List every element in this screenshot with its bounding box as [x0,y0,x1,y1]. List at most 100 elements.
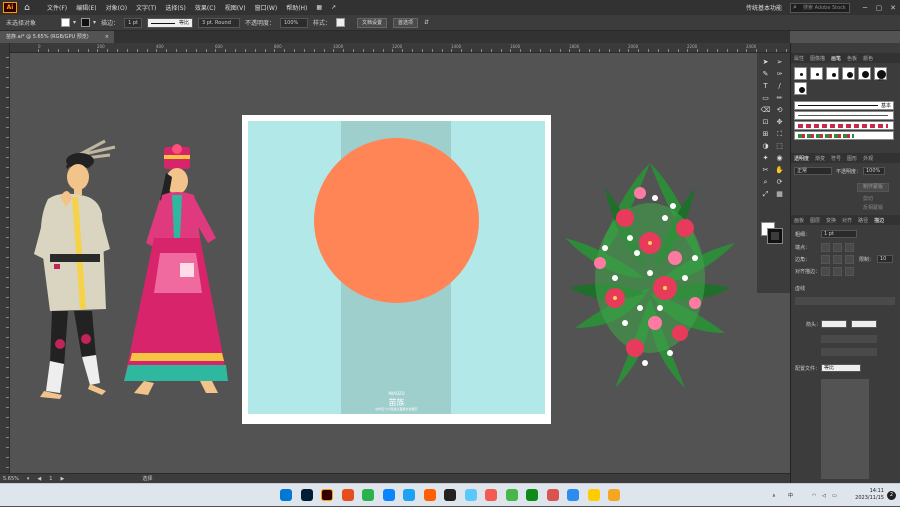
brush-swatch[interactable] [794,67,807,80]
stroke-weight-input[interactable]: 1 pt [821,230,857,238]
artboard-nav-next[interactable]: ▶ [60,476,64,482]
chevron-down-icon[interactable]: ▾ [27,476,30,482]
menu-view[interactable]: 视图(V) [225,3,246,12]
home-icon[interactable]: ⌂ [21,2,33,14]
qq-icon[interactable] [423,489,436,501]
edge-icon[interactable] [382,489,395,501]
width-profile-select[interactable]: 等比 [821,364,861,372]
brush-swatch[interactable] [858,67,871,80]
dash-gap-fields[interactable] [795,297,895,305]
preferences-button[interactable]: 首选项 [393,17,419,28]
menu-file[interactable]: 文件(F) [47,3,67,12]
app-icon[interactable] [608,489,620,501]
app-icon[interactable] [485,489,497,501]
arrow-align-buttons[interactable] [821,348,877,356]
maximize-button[interactable]: ▢ [872,4,886,12]
stroke-color-box[interactable] [767,228,783,244]
miter-join-button[interactable] [821,255,830,264]
selection-tool-icon[interactable]: ➤ [760,57,771,67]
width-tool-icon[interactable]: ✥ [774,117,785,127]
notification-badge[interactable]: 2 [887,491,896,500]
wifi-icon[interactable]: ◠ [812,484,816,507]
battery-icon[interactable]: ▭ [832,484,837,507]
browser-icon[interactable] [341,489,354,501]
tab-layers[interactable]: 图层 [810,217,820,224]
close-window-button[interactable]: ✕ [886,4,900,12]
artboard-nav-prev[interactable]: ◀ [37,476,41,482]
swap-colors-icon[interactable]: ⟳ [774,177,785,187]
ime-indicator[interactable]: 中 [788,484,793,507]
opacity-field[interactable]: 100% [279,17,308,28]
tab-align[interactable]: 对齐 [842,217,852,224]
pencil-tool-icon[interactable]: ✏ [774,93,785,103]
bevel-join-button[interactable] [845,255,854,264]
scissors-tool-icon[interactable]: ✂ [760,165,771,175]
tab-transform[interactable]: 变换 [826,217,836,224]
folder-icon[interactable] [546,489,559,501]
eraser-tool-icon[interactable]: ⌫ [760,105,771,115]
poster-sun-circle[interactable] [314,138,479,303]
menu-window[interactable]: 窗口(W) [255,3,278,12]
direct-selection-tool-icon[interactable]: ➢ [774,57,785,67]
align-outside-button[interactable] [845,267,854,276]
app-icon[interactable] [444,489,456,501]
dashed-line-checkbox[interactable]: 虚线 [795,285,805,292]
type-tool-icon[interactable]: T [760,81,771,91]
arrow-scale-fields[interactable] [821,335,877,343]
artboard-number-field[interactable]: 1 [49,476,52,482]
tab-appearance[interactable]: 外观 [863,155,873,162]
volume-icon[interactable]: ◁ [822,484,826,507]
miter-limit-input[interactable]: 10 [877,255,893,263]
chevron-down-icon[interactable]: ▾ [93,19,96,26]
tray-chevron-icon[interactable]: ∧ [772,484,776,507]
app-icon[interactable] [587,489,600,501]
arrange-icon[interactable]: ⇵ [424,19,429,26]
start-arrow-select[interactable] [821,320,847,328]
chrome-icon[interactable] [403,489,415,501]
stroke-profile-select[interactable]: 等比 [146,17,193,28]
flower-bouquet-illustration[interactable] [555,158,745,398]
tab-symbols[interactable]: 符号 [831,155,841,162]
brush-swatch[interactable] [794,82,807,95]
brush-pattern-row[interactable] [794,131,894,140]
make-mask-button[interactable]: 制作蒙版 [857,183,889,192]
tab-artboards[interactable]: 画板 [794,217,804,224]
close-tab-icon[interactable]: × [105,31,109,43]
shape-builder-icon[interactable]: ⊞ [760,129,771,139]
style-swatch[interactable] [336,18,345,27]
scale-tool-icon[interactable]: ⊡ [760,117,771,127]
zoom-tool-icon[interactable]: ⌕ [760,177,771,187]
send-icon[interactable]: ↗ [331,4,336,11]
rotate-tool-icon[interactable]: ⟲ [774,105,785,115]
hand-tool-icon[interactable]: ✋ [774,165,785,175]
perspective-grid-icon[interactable]: ⛶ [774,129,785,139]
mesh-tool-icon[interactable]: ⬚ [774,141,785,151]
wechat-icon[interactable] [362,489,374,501]
vertical-ruler[interactable] [0,43,10,473]
blend-mode-select[interactable]: 正常 [794,167,832,175]
music-icon[interactable] [464,489,477,501]
round-cap-button[interactable] [833,243,842,252]
tab-stroke[interactable]: 描边 [874,217,884,224]
line-tool-icon[interactable]: / [774,81,785,91]
tab-gradient[interactable]: 渐变 [815,155,825,162]
spreadsheet-icon[interactable] [505,489,518,501]
menu-effect[interactable]: 效果(C) [195,3,216,12]
tab-properties[interactable]: 属性 [794,55,804,62]
menu-object[interactable]: 对象(O) [106,3,127,12]
app-icon[interactable] [526,489,538,501]
end-arrow-select[interactable] [851,320,877,328]
pen-tool-icon[interactable]: ✎ [760,69,771,79]
brush-basic-row[interactable]: 基本 [794,101,894,110]
tab-graphic-styles[interactable]: 图形 [847,155,857,162]
align-inside-button[interactable] [833,267,842,276]
system-clock[interactable]: 14:11 2023/11/15 [855,488,884,502]
rectangle-tool-icon[interactable]: ▭ [760,93,771,103]
brush-stroke-row[interactable] [794,111,894,120]
panel-opacity-field[interactable]: 100% [863,167,885,175]
brush-swatch[interactable] [842,67,855,80]
butt-cap-button[interactable] [821,243,830,252]
arrange-docs-icon[interactable]: ▦ [316,4,322,11]
illustrator-icon[interactable] [321,489,333,501]
symbol-sprayer-icon[interactable]: ◉ [774,153,785,163]
